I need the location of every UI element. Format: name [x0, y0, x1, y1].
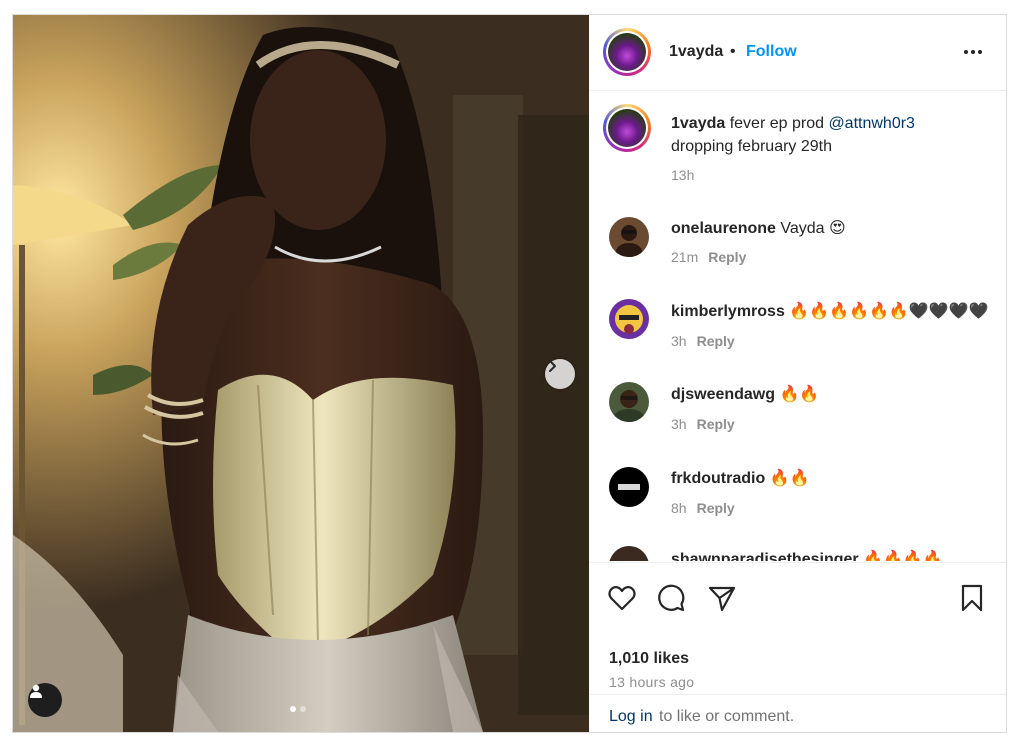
comment-meta: 3h Reply [671, 333, 735, 349]
comment-age[interactable]: 21m [671, 249, 698, 265]
likes-count[interactable]: 1,010 likes [609, 650, 689, 668]
comment-age[interactable]: 3h [671, 333, 687, 349]
comment-text: shawnparadisethesinger 🔥🔥🔥🔥 [671, 549, 943, 561]
comments-list[interactable]: 1vayda fever ep prod @attnwh0r3 dropping… [589, 91, 1006, 561]
carousel-indicator [290, 706, 306, 712]
reply-button[interactable]: Reply [708, 249, 746, 265]
login-link[interactable]: Log in [609, 708, 653, 726]
follow-button[interactable]: Follow [746, 43, 797, 61]
comment-username[interactable]: djsweendawg [671, 386, 775, 403]
instagram-post: 1vayda • Follow 1vayda fever ep prod @at… [12, 14, 1007, 733]
comment-username[interactable]: frkdoutradio [671, 470, 765, 487]
tagged-users-button[interactable] [28, 683, 62, 717]
caption-line-1: 1vayda fever ep prod @attnwh0r3 [671, 115, 915, 133]
comment-username[interactable]: onelaurenone [671, 220, 776, 237]
post-header: 1vayda • Follow [589, 15, 1006, 91]
comment-avatar[interactable] [609, 299, 649, 339]
send-icon[interactable] [707, 583, 737, 613]
comment-username[interactable]: shawnparadisethesinger [671, 551, 859, 561]
caption-age[interactable]: 13h [671, 167, 694, 183]
bookmark-icon[interactable] [957, 583, 987, 613]
comment-icon[interactable] [656, 583, 686, 613]
comment-username[interactable]: kimberlymross [671, 303, 785, 320]
caption-line-2: dropping february 29th [671, 138, 832, 155]
reply-button[interactable]: Reply [697, 416, 735, 432]
reply-button[interactable]: Reply [697, 333, 735, 349]
login-prompt-text: to like or comment. [659, 708, 795, 725]
comment-text: onelaurenone Vayda 😍 [671, 220, 846, 237]
carousel-dot [290, 706, 296, 712]
chevron-right-icon [549, 360, 556, 372]
login-prompt: Log in to like or comment. [589, 694, 1006, 733]
comment-age[interactable]: 3h [671, 416, 687, 432]
comment-meta: 21m Reply [671, 249, 746, 265]
heart-icon[interactable] [607, 583, 637, 613]
comment-text: frkdoutradio 🔥🔥 [671, 470, 810, 487]
caption-avatar[interactable] [603, 104, 651, 152]
post-photo[interactable] [13, 15, 589, 732]
carousel-dot [300, 706, 306, 712]
caption-username[interactable]: 1vayda [671, 115, 725, 132]
comment-meta: 8h Reply [671, 500, 735, 516]
photo-illustration [13, 15, 589, 732]
comment-avatar[interactable] [609, 467, 649, 507]
author-username[interactable]: 1vayda [669, 43, 723, 61]
comment-text: kimberlymross 🔥🔥🔥🔥🔥🔥🖤🖤🖤🖤 [671, 303, 989, 320]
carousel-next-button[interactable] [545, 359, 575, 389]
more-horizontal-icon [964, 50, 968, 54]
comment-avatar[interactable] [609, 217, 649, 257]
comment-avatar[interactable] [609, 546, 649, 561]
user-icon [30, 684, 42, 698]
post-sidebar: 1vayda • Follow 1vayda fever ep prod @at… [589, 15, 1006, 732]
header-separator: • [730, 43, 736, 60]
caption-text: fever ep prod [725, 115, 829, 132]
comment-age[interactable]: 8h [671, 500, 687, 516]
comment-avatar[interactable] [609, 382, 649, 422]
author-avatar[interactable] [603, 28, 651, 76]
more-options-button[interactable] [961, 43, 985, 61]
post-timestamp[interactable]: 13 hours ago [609, 674, 694, 690]
post-actions: 1,010 likes 13 hours ago [589, 562, 1006, 695]
comment-meta: 3h Reply [671, 416, 735, 432]
caption-mention[interactable]: @attnwh0r3 [828, 115, 915, 132]
reply-button[interactable]: Reply [697, 500, 735, 516]
comment-text: djsweendawg 🔥🔥 [671, 386, 820, 403]
